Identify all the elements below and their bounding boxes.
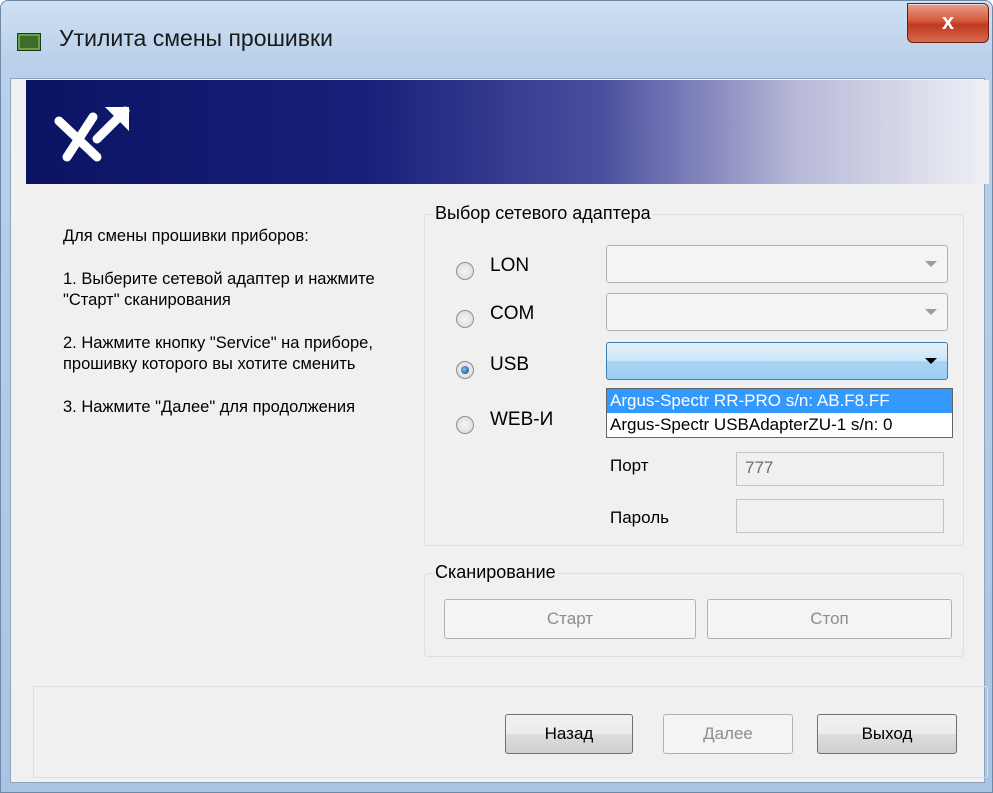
password-label: Пароль bbox=[610, 508, 669, 527]
next-button[interactable]: Далее bbox=[663, 714, 793, 754]
com-port-combo[interactable] bbox=[606, 293, 948, 331]
scan-group-legend: Сканирование bbox=[433, 562, 558, 583]
title-bar[interactable]: Утилита смены прошивки x bbox=[1, 1, 992, 79]
dropdown-item-rr-pro[interactable]: Argus-Spectr RR-PRO s/n: AB.F8.FF bbox=[607, 389, 952, 413]
instruction-step-1: 1. Выберите сетевой адаптер и нажмите "С… bbox=[63, 270, 375, 309]
chevron-down-icon bbox=[925, 309, 937, 315]
radio-com[interactable] bbox=[456, 310, 474, 328]
chevron-down-icon bbox=[925, 358, 937, 364]
close-button[interactable]: x bbox=[907, 3, 989, 43]
exit-button[interactable]: Выход bbox=[817, 714, 957, 754]
instruction-step-3: 3. Нажмите "Далее" для продолжения bbox=[63, 398, 356, 416]
usb-dropdown-list: Argus-Spectr RR-PRO s/n: AB.F8.FF Argus-… bbox=[606, 388, 953, 438]
instructions-heading: Для смены прошивки приборов: bbox=[63, 227, 309, 245]
radio-lon[interactable] bbox=[456, 262, 474, 280]
instruction-step-2: 2. Нажмите кнопку "Service" на приборе, … bbox=[63, 334, 373, 373]
dropdown-item-usbadapter[interactable]: Argus-Spectr USBAdapterZU-1 s/n: 0 bbox=[607, 413, 952, 437]
lon-adapter-combo[interactable] bbox=[606, 245, 948, 283]
radio-label-lon[interactable]: LON bbox=[490, 255, 529, 277]
company-logo-icon bbox=[54, 106, 130, 162]
chevron-down-icon bbox=[925, 261, 937, 267]
instructions-panel: Для смены прошивки приборов: 1. Выберите… bbox=[63, 226, 403, 440]
password-input[interactable] bbox=[736, 499, 944, 533]
port-label: Порт bbox=[610, 456, 649, 475]
usb-device-combo[interactable] bbox=[606, 342, 948, 380]
radio-label-usb[interactable]: USB bbox=[490, 354, 529, 376]
port-input[interactable]: 777 bbox=[736, 452, 944, 486]
scan-start-button[interactable]: Старт bbox=[444, 599, 696, 639]
radio-web[interactable] bbox=[456, 416, 474, 434]
window-title: Утилита смены прошивки bbox=[59, 25, 333, 51]
adapter-group-legend: Выбор сетевого адаптера bbox=[433, 203, 653, 224]
radio-label-web[interactable]: WEB-И bbox=[490, 409, 553, 431]
app-icon bbox=[17, 33, 41, 51]
back-button[interactable]: Назад bbox=[505, 714, 633, 754]
header-banner bbox=[26, 80, 989, 184]
scan-stop-button[interactable]: Стоп bbox=[707, 599, 952, 639]
radio-label-com[interactable]: COM bbox=[490, 303, 534, 325]
radio-usb[interactable] bbox=[456, 361, 474, 379]
